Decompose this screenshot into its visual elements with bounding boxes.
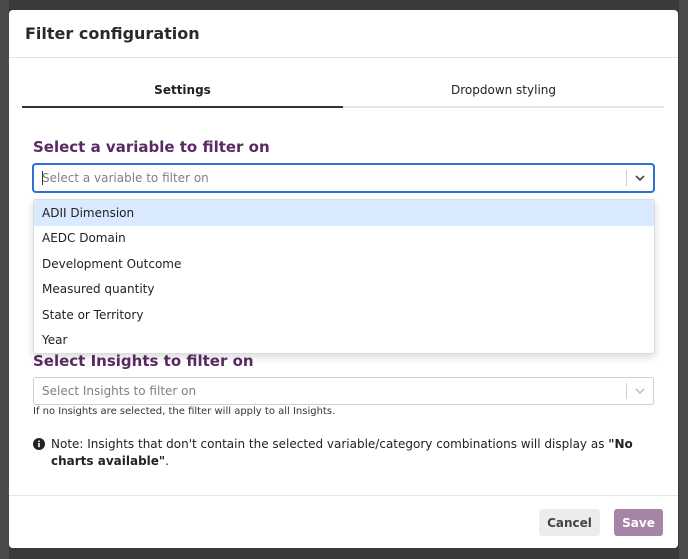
insights-section-heading: Select Insights to filter on <box>33 352 254 370</box>
note-suffix: . <box>165 454 169 468</box>
option-development-outcome[interactable]: Development Outcome <box>34 251 654 277</box>
variable-section-heading: Select a variable to filter on <box>33 138 270 156</box>
chevron-down-icon[interactable] <box>627 385 653 397</box>
info-icon <box>33 436 51 470</box>
option-adii-dimension[interactable]: ADII Dimension <box>34 200 654 226</box>
modal-title: Filter configuration <box>25 24 200 43</box>
variable-select-placeholder: Select a variable to filter on <box>42 171 209 185</box>
insights-helper-text: If no Insights are selected, the filter … <box>33 406 336 417</box>
note-prefix: Note: Insights that don't contain the se… <box>51 437 609 451</box>
option-year[interactable]: Year <box>34 328 654 354</box>
backdrop-left <box>0 0 9 559</box>
text-cursor <box>42 171 43 185</box>
backdrop-right <box>679 0 688 559</box>
cancel-button[interactable]: Cancel <box>539 509 600 536</box>
note: Note: Insights that don't contain the se… <box>33 436 643 470</box>
modal-header: Filter configuration <box>9 10 678 58</box>
tab-settings[interactable]: Settings <box>22 74 343 108</box>
tab-dropdown-styling[interactable]: Dropdown styling <box>343 74 664 108</box>
save-button[interactable]: Save <box>614 509 663 536</box>
variable-options-menu: ADII Dimension AEDC Domain Development O… <box>33 199 655 354</box>
insights-select-placeholder: Select Insights to filter on <box>42 384 197 398</box>
variable-select[interactable]: Select a variable to filter on <box>33 164 654 192</box>
filter-configuration-modal: Filter configuration Settings Dropdown s… <box>9 10 678 548</box>
option-measured-quantity[interactable]: Measured quantity <box>34 277 654 303</box>
tab-bar: Settings Dropdown styling <box>22 74 664 108</box>
insights-select[interactable]: Select Insights to filter on <box>33 377 654 405</box>
option-state-or-territory[interactable]: State or Territory <box>34 302 654 328</box>
modal-footer: Cancel Save <box>9 495 678 548</box>
chevron-down-icon[interactable] <box>627 172 653 184</box>
option-aedc-domain[interactable]: AEDC Domain <box>34 226 654 252</box>
note-text: Note: Insights that don't contain the se… <box>51 436 643 470</box>
